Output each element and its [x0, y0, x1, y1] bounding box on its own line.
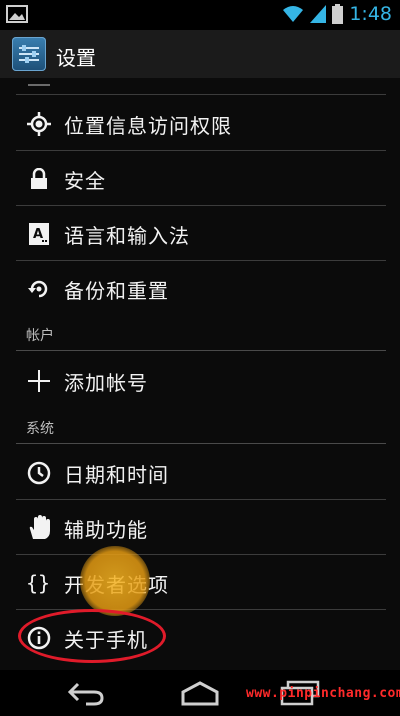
divider — [16, 94, 386, 95]
settings-item-security[interactable]: 安全 — [0, 151, 400, 205]
gallery-notification-icon — [6, 5, 28, 23]
backup-restore-icon — [26, 276, 52, 302]
lock-icon — [26, 166, 52, 192]
wifi-icon — [283, 6, 304, 22]
settings-item-accessibility[interactable]: 辅助功能 — [0, 500, 400, 554]
svg-text:{}: {} — [26, 571, 50, 595]
settings-item-label: 日期和时间 — [64, 463, 169, 487]
section-divider — [16, 350, 386, 351]
settings-app-icon[interactable] — [12, 37, 46, 71]
section-header-accounts: 帐户 — [26, 328, 54, 344]
signal-icon — [310, 5, 327, 23]
settings-item-add-account[interactable]: 添加帐号 — [0, 353, 400, 407]
watermark-text: www.pinpinchang.com — [246, 686, 400, 701]
settings-item-language-input[interactable]: A 语言和输入法 — [0, 206, 400, 260]
settings-item-date-time[interactable]: 日期和时间 — [0, 445, 400, 499]
settings-item-label: 安全 — [64, 169, 106, 193]
plus-icon — [26, 368, 52, 394]
status-bar: 1:48 — [0, 0, 400, 30]
clock-icon — [26, 460, 52, 486]
settings-item-label: 备份和重置 — [64, 279, 169, 303]
hand-icon — [26, 515, 52, 541]
settings-item-label: 位置信息访问权限 — [64, 114, 232, 138]
location-icon — [26, 111, 52, 137]
section-divider — [16, 443, 386, 444]
settings-item-location[interactable]: 位置信息访问权限 — [0, 96, 400, 150]
status-indicators: 1:48 — [282, 3, 392, 25]
braces-icon: {} — [26, 570, 52, 596]
clipped-section-header — [0, 78, 400, 94]
back-icon[interactable] — [66, 678, 106, 708]
settings-item-label: 语言和输入法 — [64, 224, 190, 248]
settings-item-label: 添加帐号 — [64, 371, 148, 395]
settings-item-developer-options[interactable]: {} 开发者选项 — [0, 555, 400, 609]
section-header-system: 系统 — [26, 421, 54, 437]
battery-icon — [332, 4, 344, 24]
highlight-ellipse — [18, 609, 166, 663]
settings-item-backup-reset[interactable]: 备份和重置 — [0, 261, 400, 315]
touch-indicator — [80, 546, 150, 616]
svg-text:A: A — [33, 227, 43, 242]
page-title: 设置 — [56, 46, 96, 70]
action-bar: 设置 — [0, 30, 400, 78]
keyboard-language-icon: A — [26, 221, 52, 247]
settings-item-label: 辅助功能 — [64, 518, 148, 542]
status-clock: 1:48 — [349, 3, 392, 25]
home-icon[interactable] — [180, 678, 220, 708]
